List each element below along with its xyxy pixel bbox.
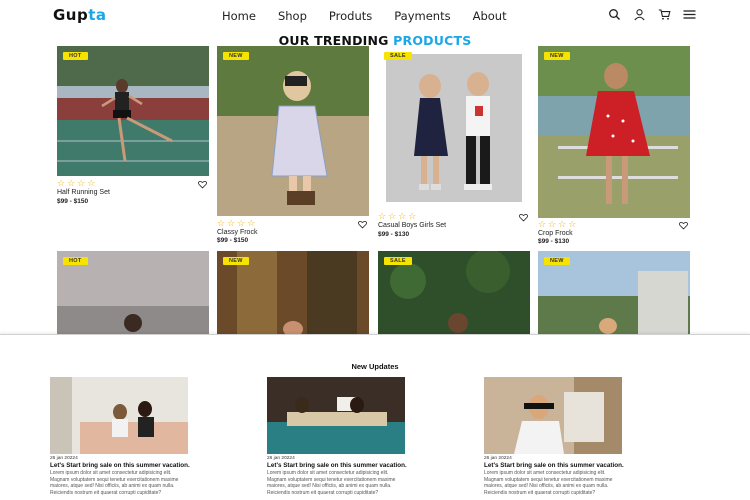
product-title[interactable]: Casual Boys Girls Set [378, 222, 446, 229]
product-title[interactable]: Classy Frock [217, 229, 257, 236]
product-image[interactable]: NEW [538, 251, 690, 335]
product-image[interactable]: NEW [217, 46, 369, 216]
nav-payments[interactable]: Payments [394, 9, 450, 23]
heart-icon[interactable] [519, 213, 528, 222]
product-card[interactable]: SALE ☆☆☆☆ Casual Boys Girls Set $99 - $1… [378, 46, 530, 240]
product-image[interactable]: HOT [57, 46, 209, 176]
update-image[interactable] [267, 377, 405, 454]
rating-stars: ☆☆☆☆ [378, 211, 419, 221]
update-title[interactable]: Let's Start bring sale on this summer va… [267, 462, 407, 469]
product-card[interactable]: NEW [538, 251, 690, 335]
product-card[interactable]: HOT [57, 251, 209, 335]
brand-name-accent: ta [88, 6, 107, 24]
product-card[interactable]: SALE [378, 251, 530, 335]
rating-stars: ☆☆☆☆ [57, 178, 98, 188]
update-card[interactable]: 26 jan 20224 Let's Start bring sale on t… [484, 377, 629, 500]
brand-logo[interactable]: Gupta [53, 6, 107, 24]
heart-icon[interactable] [198, 180, 207, 189]
nav-home[interactable]: Home [222, 9, 256, 23]
product-badge: NEW [544, 257, 570, 265]
nav-products[interactable]: Produts [329, 9, 372, 23]
top-navbar: Gupta Home Shop Produts Payments About [0, 0, 750, 32]
updates-heading: New Updates [351, 362, 399, 371]
product-price: $99 - $130 [538, 238, 570, 245]
update-date: 26 jan 20224 [267, 456, 295, 461]
product-title[interactable]: Crop Frock [538, 230, 573, 237]
nav-about[interactable]: About [473, 9, 507, 23]
product-card[interactable]: NEW ☆☆☆☆ Classy Frock $99 - $150 [217, 46, 369, 246]
update-title[interactable]: Let's Start bring sale on this summer va… [50, 462, 190, 469]
nav-shop[interactable]: Shop [278, 9, 307, 23]
product-badge: NEW [223, 257, 249, 265]
cart-icon[interactable] [658, 8, 671, 21]
rating-stars: ☆☆☆☆ [217, 218, 258, 228]
product-price: $99 - $150 [57, 198, 89, 205]
update-card[interactable]: 26 jan 20224 Let's Start bring sale on t… [267, 377, 412, 500]
update-image[interactable] [50, 377, 188, 454]
update-body: Lorem ipsum dolor sit amet consectetur a… [484, 470, 613, 496]
heart-icon[interactable] [679, 221, 688, 230]
product-card[interactable]: HOT ☆☆☆☆ Half Running Set $99 - $150 [57, 46, 209, 206]
product-badge: NEW [223, 52, 249, 60]
product-image[interactable]: NEW [217, 251, 369, 335]
menu-icon[interactable] [683, 8, 696, 21]
product-image[interactable]: NEW [538, 46, 690, 218]
update-date: 26 jan 20224 [484, 456, 512, 461]
product-price: $99 - $150 [217, 237, 249, 244]
update-body: Lorem ipsum dolor sit amet consectetur a… [267, 470, 396, 496]
update-card[interactable]: 26 jan 20224 Let's Start bring sale on t… [50, 377, 195, 500]
update-date: 26 jan 20224 [50, 456, 78, 461]
heart-icon[interactable] [358, 220, 367, 229]
product-image[interactable]: SALE [378, 46, 530, 210]
brand-name: Gup [53, 6, 89, 24]
product-badge: HOT [63, 52, 88, 60]
product-price: $99 - $130 [378, 231, 410, 238]
product-image[interactable]: SALE [378, 251, 530, 335]
header-icons [608, 8, 696, 21]
product-badge: HOT [63, 257, 88, 265]
main-menu: Home Shop Produts Payments About [222, 9, 507, 23]
update-image[interactable] [484, 377, 622, 454]
search-icon[interactable] [608, 8, 621, 21]
user-icon[interactable] [633, 8, 646, 21]
update-body: Lorem ipsum dolor sit amet consectetur a… [50, 470, 179, 496]
product-image[interactable]: HOT [57, 251, 209, 335]
product-badge: SALE [384, 257, 412, 265]
product-title[interactable]: Half Running Set [57, 189, 110, 196]
product-card[interactable]: NEW ☆☆☆☆ Crop Frock $99 - $130 [538, 46, 690, 248]
product-badge: NEW [544, 52, 570, 60]
product-badge: SALE [384, 52, 412, 60]
update-title[interactable]: Let's Start bring sale on this summer va… [484, 462, 624, 469]
product-card[interactable]: NEW [217, 251, 369, 335]
rating-stars: ☆☆☆☆ [538, 219, 579, 229]
